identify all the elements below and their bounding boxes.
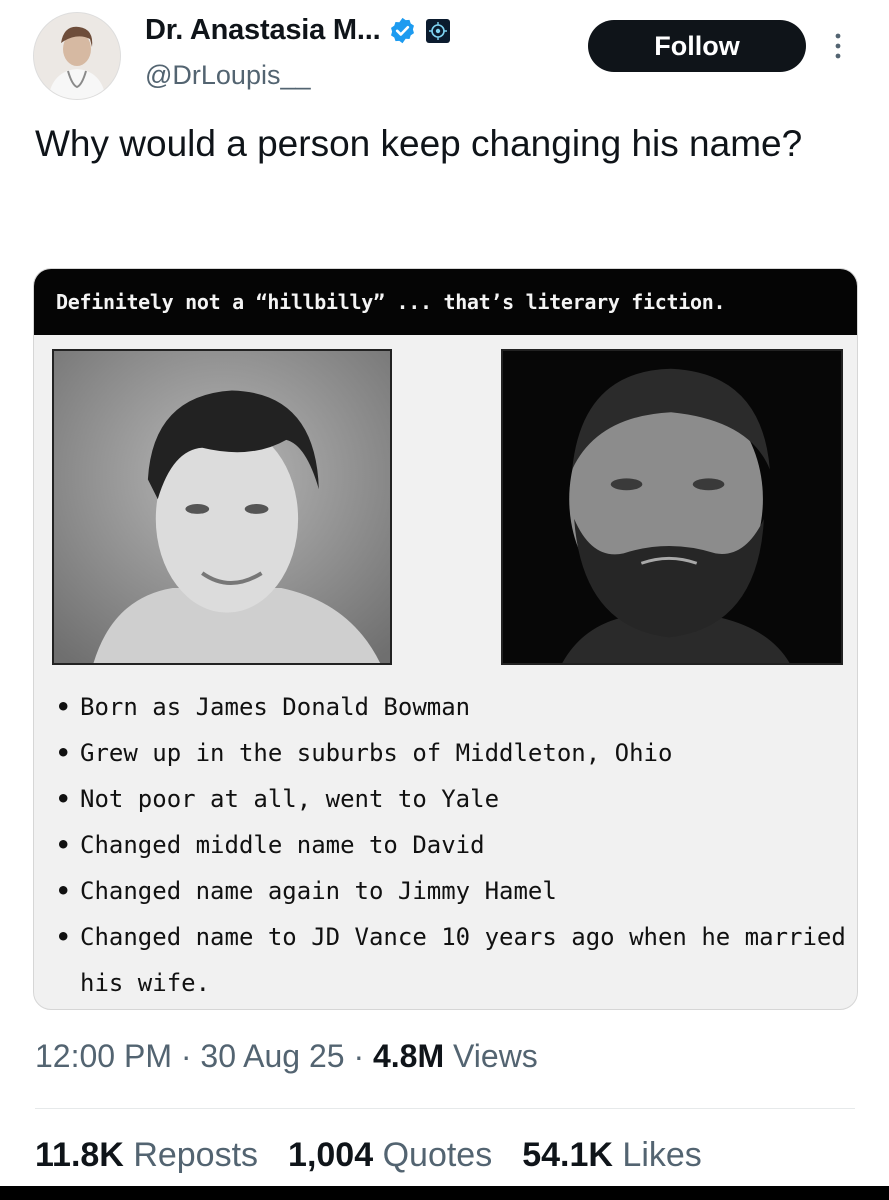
likes-stat[interactable]: 54.1K Likes [522,1136,702,1175]
author-handle[interactable]: @DrLoupis__ [145,60,311,91]
author-display-name[interactable]: Dr. Anastasia M... [145,14,381,47]
list-item: • Born as James Donald Bowman [56,684,846,730]
tweet-text: Why would a person keep changing his nam… [35,123,803,164]
avatar[interactable] [33,12,121,100]
bullet: • [56,831,71,859]
facts-list: • Born as James Donald Bowman • Grew up in… [56,684,846,1006]
author-name-row: Dr. Anastasia M... [145,14,451,47]
fact-text: Changed name again to Jimmy Hamel [80,877,557,905]
list-item: • Not poor at all, went to Yale [56,776,846,822]
list-item: • Changed middle name to David [56,822,846,868]
views-count: 4.8M [372,1038,445,1074]
engagement-stats: 11.8K Reposts 1,004 Quotes 54.1K Likes [35,1136,702,1175]
list-item: • Changed name again to Jimmy Hamel [56,868,846,914]
quotes-count: 1,004 [288,1136,374,1174]
bullet: • [56,923,71,951]
avatar-image [34,13,120,99]
affiliation-badge-icon[interactable] [425,18,451,44]
tweet-meta: 12:00 PM · 30 Aug 25 · 4.8M Views [35,1038,538,1075]
bullet: • [56,693,71,721]
views-label: Views [453,1038,538,1074]
follow-button[interactable]: Follow [588,20,806,72]
fact-text: Born as James Donald Bowman [80,693,471,721]
tweet-header: Dr. Anastasia M... @DrLoupis__ Follow [0,0,889,110]
media-banner-text: Definitely not a “hillbilly” ... that’s … [34,269,857,335]
reposts-count: 11.8K [35,1136,124,1174]
bullet: • [56,785,71,813]
tweet-time[interactable]: 12:00 PM [35,1038,172,1074]
bullet: • [56,739,71,767]
tweet-media-card[interactable]: Definitely not a “hillbilly” ... that’s … [33,268,858,1010]
reposts-stat[interactable]: 11.8K Reposts [35,1136,258,1175]
verified-badge-icon [388,16,417,45]
yearbook-photo [52,349,392,665]
bullet: • [56,877,71,905]
fact-text: Not poor at all, went to Yale [80,785,500,813]
list-item: • Changed name to JD Vance 10 years ago w… [56,914,846,1006]
bottom-bar [0,1186,889,1200]
divider [35,1108,855,1109]
list-item: • Grew up in the suburbs of Middleton, Oh… [56,730,846,776]
fact-text: Changed middle name to David [80,831,485,859]
fact-text: Changed name to JD Vance 10 years ago wh… [80,923,846,997]
tweet-date[interactable]: 30 Aug 25 [200,1038,344,1074]
likes-count: 54.1K [522,1136,613,1174]
likes-label: Likes [622,1136,702,1174]
reposts-label: Reposts [133,1136,259,1174]
more-vertical-icon[interactable] [828,28,848,64]
portrait-photo [501,349,843,665]
meta-separator: · [344,1038,373,1074]
meta-separator: · [171,1038,201,1074]
fact-text: Grew up in the suburbs of Middleton, Ohi… [80,739,673,767]
quotes-label: Quotes [382,1136,493,1174]
quotes-stat[interactable]: 1,004 Quotes [288,1136,492,1175]
